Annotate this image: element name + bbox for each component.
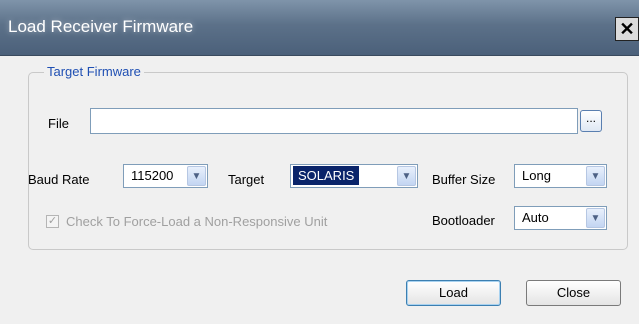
dialog-window: Load Receiver Firmware ✕ Target Firmware… xyxy=(0,0,639,324)
group-legend: Target Firmware xyxy=(44,64,144,79)
bootloader-value: Auto xyxy=(522,210,549,225)
window-title: Load Receiver Firmware xyxy=(8,17,194,36)
chevron-down-icon[interactable]: ▼ xyxy=(187,166,206,186)
force-load-checkbox[interactable]: ✓ xyxy=(46,215,59,228)
buffer-size-select[interactable]: Long ▼ xyxy=(514,164,607,188)
bootloader-label: Bootloader xyxy=(432,213,495,228)
target-label: Target xyxy=(228,172,265,187)
close-button[interactable]: Close xyxy=(526,280,621,306)
chevron-down-icon[interactable]: ▼ xyxy=(586,166,605,186)
title-bar[interactable]: Load Receiver Firmware ✕ xyxy=(0,0,639,56)
file-path-input[interactable] xyxy=(90,108,578,134)
dialog-client-area: Target Firmware File ... Baud Rate 11520… xyxy=(8,56,631,316)
baud-rate-label: Baud Rate xyxy=(28,172,90,187)
file-label: File xyxy=(48,116,69,131)
baud-rate-select[interactable]: 115200 ▼ xyxy=(123,164,208,188)
close-icon[interactable]: ✕ xyxy=(615,17,639,41)
buffer-size-label: Buffer Size xyxy=(432,172,496,187)
browse-button[interactable]: ... xyxy=(580,110,602,132)
load-button[interactable]: Load xyxy=(406,280,501,306)
target-value: SOLARIS xyxy=(293,166,360,185)
target-select[interactable]: SOLARIS ▼ xyxy=(290,164,418,188)
buffer-size-value: Long xyxy=(522,168,551,183)
chevron-down-icon[interactable]: ▼ xyxy=(397,166,416,186)
force-load-label: Check To Force-Load a Non-Responsive Uni… xyxy=(66,214,328,229)
bootloader-select[interactable]: Auto ▼ xyxy=(514,206,607,230)
chevron-down-icon[interactable]: ▼ xyxy=(586,208,605,228)
baud-rate-value: 115200 xyxy=(131,168,174,183)
